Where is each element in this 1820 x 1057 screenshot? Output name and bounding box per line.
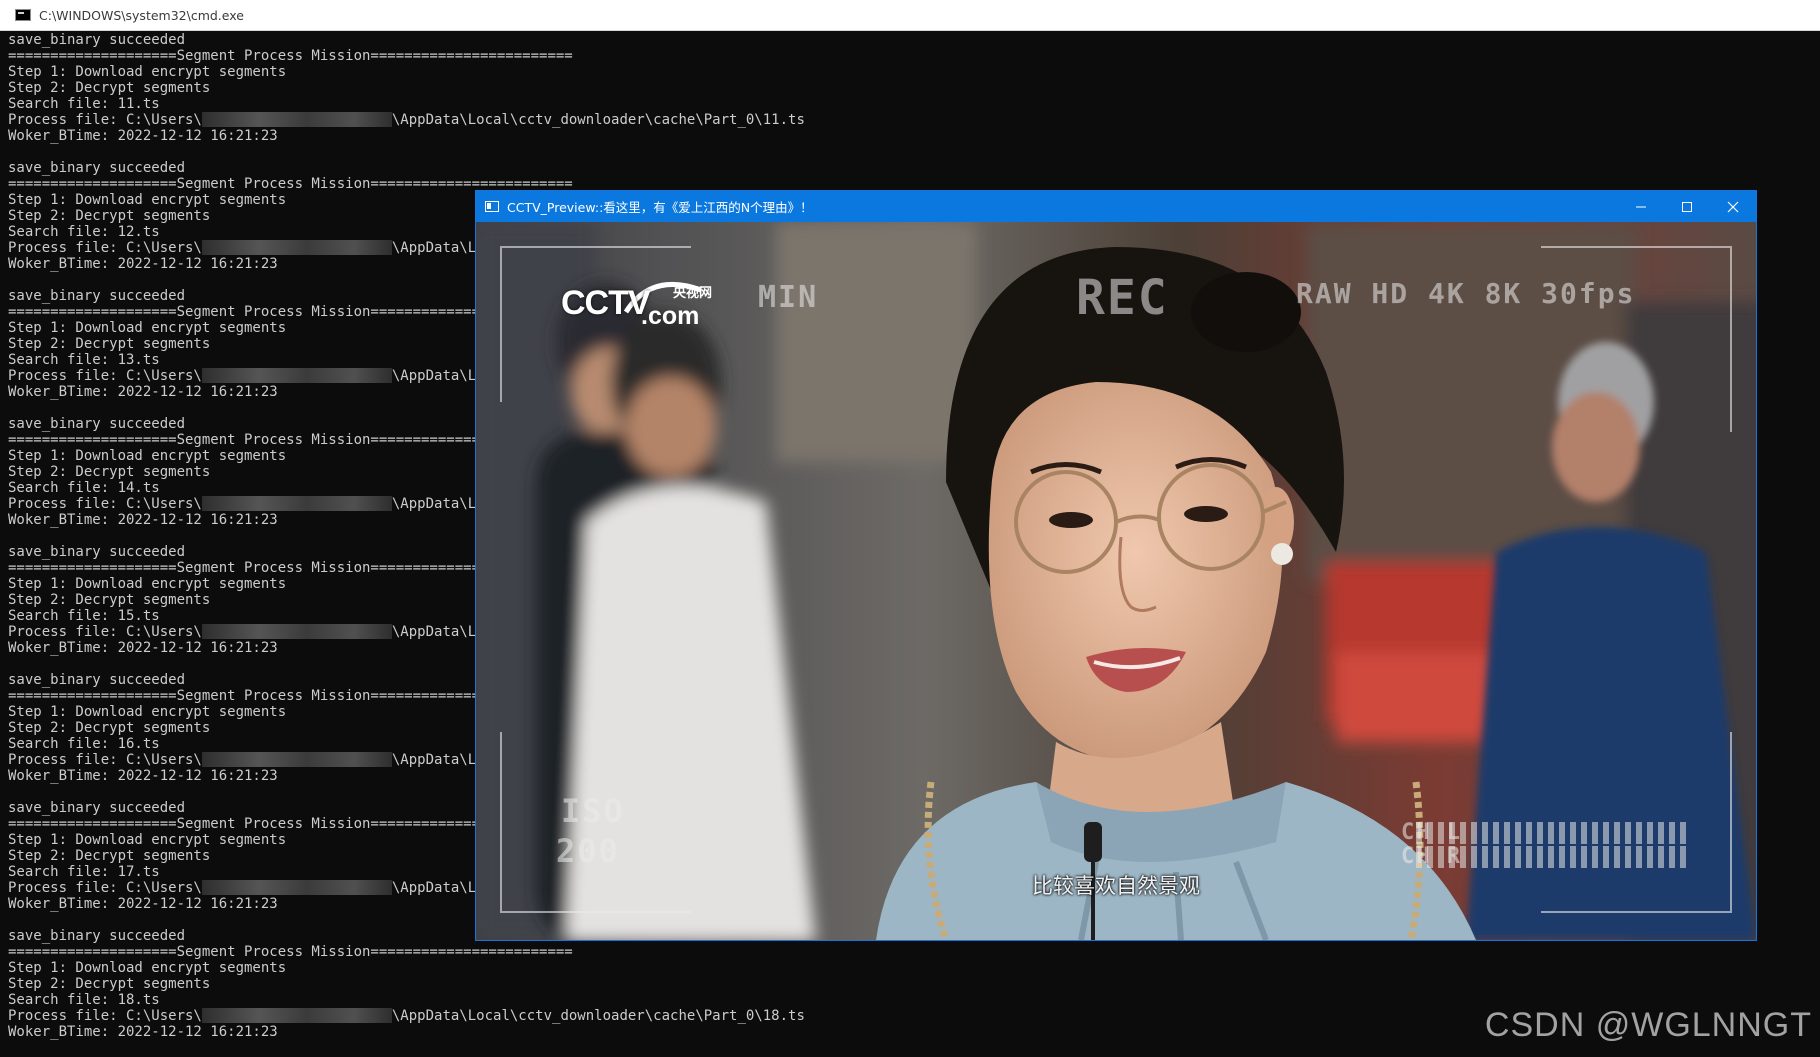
console-process-suffix: \AppData\Local\cctv_downloader\cache\Par… <box>391 112 805 128</box>
preview-window-title: CCTV_Preview::看这里，有《爱上江西的N个理由》！ <box>507 200 813 215</box>
console-line-search: Search file: 11.ts <box>8 96 160 112</box>
preview-window-titlebar[interactable]: CCTV_Preview::看这里，有《爱上江西的N个理由》！ <box>476 191 1756 222</box>
maximize-button[interactable] <box>1664 191 1710 222</box>
overlay-duration: MIN <box>758 280 819 315</box>
console-line-step1: Step 1: Download encrypt segments <box>8 960 287 976</box>
overlay-camera-specs: RAW HD 4K 8K 30fps <box>1296 277 1636 310</box>
video-frame[interactable]: MIN REC RAW HD 4K 8K 30fps ISO 200 CH L … <box>476 222 1756 940</box>
cmd-window-titlebar[interactable]: C:\WINDOWS\system32\cmd.exe <box>0 0 1820 31</box>
overlay-iso-label: ISO <box>561 792 625 830</box>
cctv-logo-com: .com <box>641 302 700 330</box>
console-line-step2: Step 2: Decrypt segments <box>8 976 211 992</box>
console-process-prefix: Process file: C:\Users\ <box>8 880 202 896</box>
preview-window[interactable]: CCTV_Preview::看这里，有《爱上江西的N个理由》！ MIN REC … <box>475 190 1757 941</box>
redacted-username <box>201 240 392 255</box>
console-line-save: save_binary succeeded <box>8 160 186 176</box>
cctv-logo: CCTV <box>561 284 651 322</box>
redacted-username <box>201 368 392 383</box>
maximize-icon <box>1682 201 1692 212</box>
console-process-prefix: Process file: C:\Users\ <box>8 368 202 384</box>
console-line-btime: Woker_BTime: 2022-12-12 16:21:23 <box>8 128 278 144</box>
redacted-username <box>201 112 392 127</box>
csdn-watermark: CSDN @WGLNNGT <box>1484 1006 1812 1044</box>
video-subtitle: 比较喜欢自然景观 <box>1032 874 1200 898</box>
console-line-header: ====================Segment Process Miss… <box>8 48 573 64</box>
redacted-username <box>201 880 392 895</box>
console-line-header: ====================Segment Process Miss… <box>8 944 573 960</box>
cctv-logo-sub: 央视网 <box>673 286 713 301</box>
preview-app-icon <box>485 201 499 212</box>
audio-meter-left <box>1416 822 1686 844</box>
console-process-prefix: Process file: C:\Users\ <box>8 112 202 128</box>
console-line-process: Process file: C:\Users\ \AppData\Local\cc… <box>8 112 1808 128</box>
console-line-step1: Step 1: Download encrypt segments <box>8 64 287 80</box>
redacted-username <box>201 1008 392 1023</box>
console-process-prefix: Process file: C:\Users\ <box>8 240 202 256</box>
console-process-suffix: \AppData\Local\cctv_downloader\cache\Par… <box>391 1008 805 1024</box>
console-line-step2: Step 2: Decrypt segments <box>8 80 211 96</box>
overlay-rec: REC <box>1076 270 1169 326</box>
console-line-save: save_binary succeeded <box>8 32 186 48</box>
close-icon <box>1727 201 1739 212</box>
minimize-button[interactable] <box>1618 191 1664 222</box>
redacted-username <box>201 496 392 511</box>
console-process-prefix: Process file: C:\Users\ <box>8 752 202 768</box>
cmd-window-title: C:\WINDOWS\system32\cmd.exe <box>39 7 244 23</box>
minimize-icon <box>1636 206 1646 207</box>
console-process-prefix: Process file: C:\Users\ <box>8 624 202 640</box>
console-process-prefix: Process file: C:\Users\ <box>8 1008 202 1024</box>
cmd-app-icon <box>15 9 31 21</box>
audio-meter-right <box>1416 846 1686 868</box>
window-controls <box>1618 191 1756 222</box>
redacted-username <box>201 624 392 639</box>
overlay-iso-value: 200 <box>556 832 620 870</box>
close-button[interactable] <box>1710 191 1756 222</box>
redacted-username <box>201 752 392 767</box>
console-process-prefix: Process file: C:\Users\ <box>8 496 202 512</box>
